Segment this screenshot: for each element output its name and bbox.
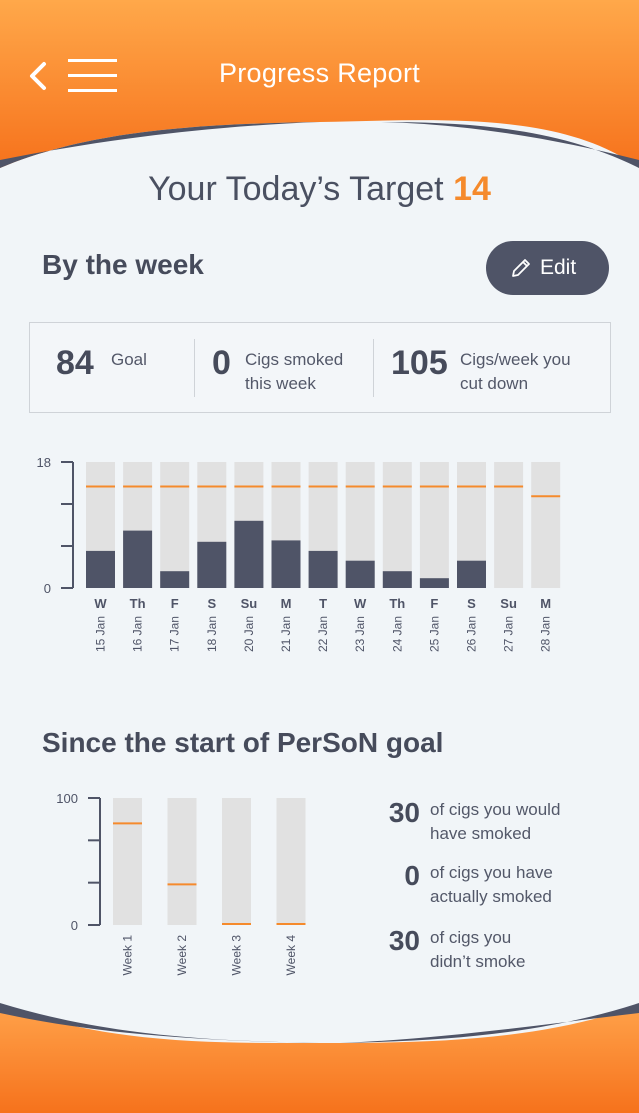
- smoked-label: Cigs smoked this week: [245, 348, 343, 396]
- date-label: 17 Jan: [168, 616, 182, 652]
- date-label: 20 Jan: [242, 616, 256, 652]
- day-label: S: [207, 596, 216, 611]
- bar: [160, 571, 190, 588]
- bar-track: [494, 462, 524, 588]
- date-label: 15 Jan: [94, 616, 108, 652]
- date-label: 21 Jan: [279, 616, 293, 652]
- bar: [271, 540, 301, 588]
- actually-smoked-line1: of cigs you have: [430, 863, 553, 882]
- smoked-label-line2: this week: [245, 374, 316, 393]
- bar: [419, 578, 449, 588]
- bar-track: [382, 462, 412, 588]
- bar: [457, 560, 486, 588]
- didnt-smoke-label: of cigs you didn’t smoke: [430, 926, 610, 974]
- edit-button[interactable]: Edit: [486, 241, 609, 295]
- target-label: Your Today’s Target: [148, 170, 444, 208]
- divider: [194, 339, 195, 397]
- cutdown-label-line1: Cigs/week you: [460, 350, 571, 369]
- would-have-smoked-line2: have smoked: [430, 824, 532, 843]
- goal-label-line1: Goal: [111, 350, 147, 369]
- bar-track: [531, 462, 561, 588]
- date-label: 27 Jan: [502, 616, 516, 652]
- didnt-smoke-line2: didn’t smoke: [430, 952, 526, 971]
- didnt-smoke-value: 30: [388, 925, 420, 956]
- date-label: 26 Jan: [465, 616, 479, 652]
- actually-smoked-line2: actually smoked: [430, 887, 552, 906]
- actually-smoked-value: 0: [404, 860, 420, 891]
- day-label: M: [281, 596, 292, 611]
- date-label: 28 Jan: [539, 616, 553, 652]
- target-value: 14: [453, 170, 491, 208]
- goal-value: 84: [56, 344, 94, 382]
- weekly-stats: 84 Goal 0 Cigs smoked this week 105 Cigs…: [29, 322, 611, 413]
- cutdown-value: 105: [391, 344, 448, 382]
- day-label: F: [430, 596, 438, 611]
- day-label: Th: [130, 596, 146, 611]
- y-tick-label: 0: [44, 581, 51, 596]
- smoked-label-line1: Cigs smoked: [245, 350, 344, 369]
- bar: [234, 520, 264, 588]
- bar-track: [160, 462, 190, 588]
- day-label: S: [467, 596, 476, 611]
- day-label: Th: [389, 596, 405, 611]
- todays-target: Your Today’s Target 14: [0, 170, 639, 209]
- bar: [345, 560, 375, 588]
- day-label: M: [540, 596, 551, 611]
- bar: [123, 530, 153, 588]
- day-label: Su: [241, 596, 258, 611]
- smoked-value: 0: [212, 344, 231, 382]
- day-label: T: [319, 596, 327, 611]
- day-label: W: [94, 596, 107, 611]
- day-label: F: [171, 596, 179, 611]
- date-label: 18 Jan: [205, 616, 219, 652]
- week-heading: By the week: [42, 249, 204, 280]
- day-label: Su: [500, 596, 517, 611]
- date-label: 25 Jan: [427, 616, 441, 652]
- cutdown-label: Cigs/week you cut down: [460, 348, 571, 396]
- page-title: Progress Report: [218, 58, 421, 88]
- divider: [373, 339, 374, 397]
- cutdown-label-line2: cut down: [460, 374, 529, 393]
- date-label: 16 Jan: [131, 616, 145, 652]
- bar-track: [419, 462, 449, 588]
- date-label: 23 Jan: [353, 616, 367, 652]
- weekly-bar-chart: 18 0 W 15 Jan Th 16 Jan F 17 Jan S 18 Jan Su 20 Jan…: [37, 455, 561, 652]
- since-heading: Since the start of PerSoN goal: [42, 727, 444, 758]
- would-have-smoked-label: of cigs you would have smoked: [430, 798, 610, 846]
- bar: [308, 550, 338, 588]
- goal-label: Goal: [111, 348, 147, 372]
- date-label: 24 Jan: [390, 616, 404, 652]
- bar: [197, 541, 227, 588]
- actually-smoked-label: of cigs you have actually smoked: [430, 861, 610, 909]
- footer-wave: [0, 995, 639, 1113]
- bar: [382, 571, 412, 588]
- would-have-smoked-line1: of cigs you would: [430, 800, 561, 819]
- pencil-icon: [512, 259, 530, 277]
- bar: [86, 550, 115, 588]
- edit-label: Edit: [540, 256, 577, 279]
- day-label: W: [354, 596, 367, 611]
- date-label: 22 Jan: [316, 616, 330, 652]
- didnt-smoke-line1: of cigs you: [430, 928, 512, 947]
- y-tick-label: 18: [37, 455, 51, 470]
- would-have-smoked-value: 30: [388, 797, 420, 828]
